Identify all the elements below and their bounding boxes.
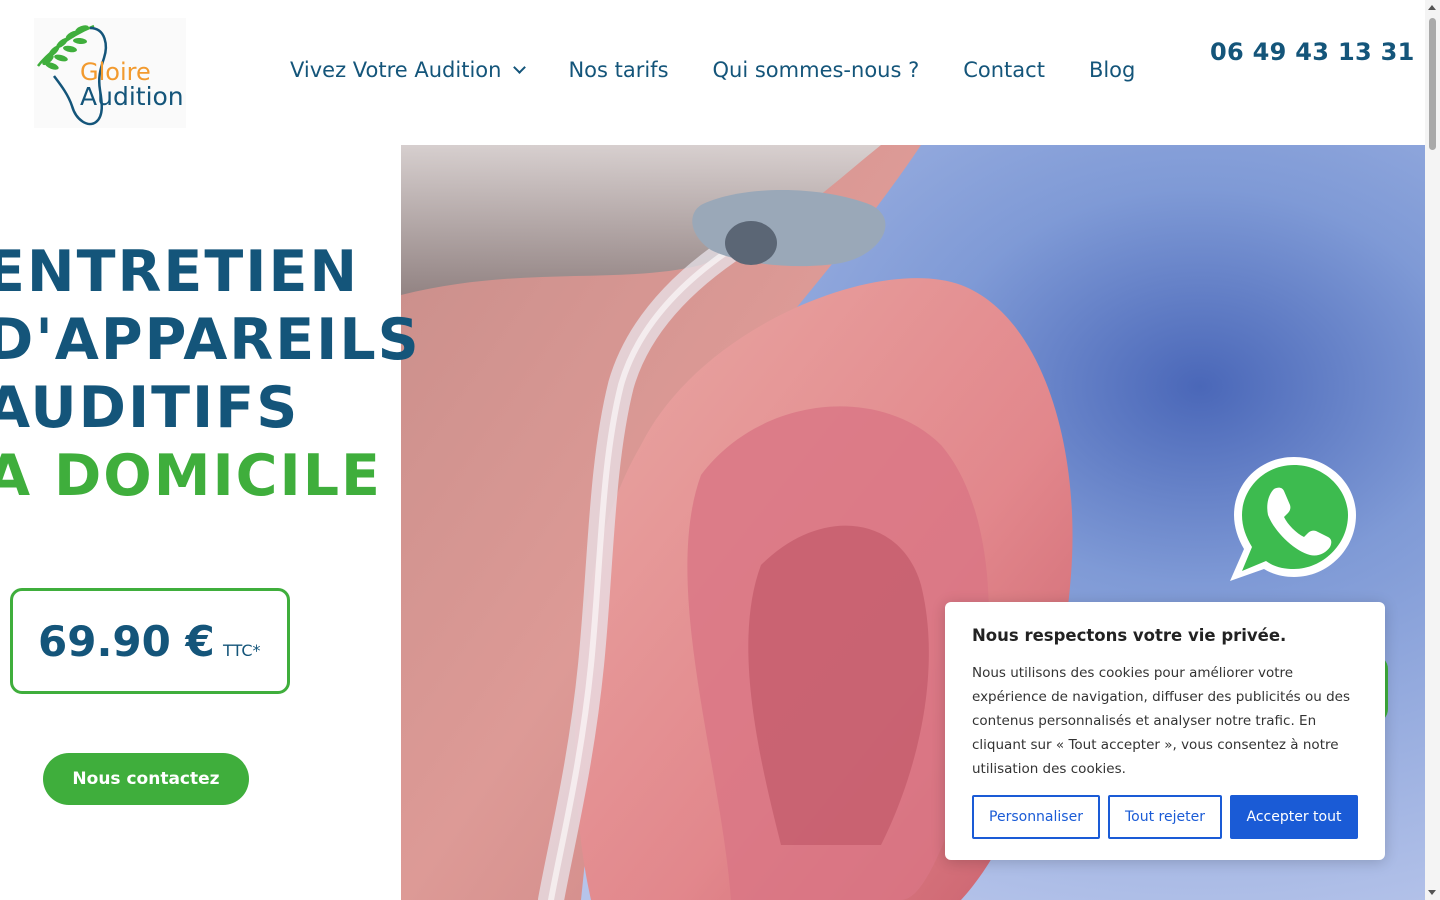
reject-all-button[interactable]: Tout rejeter: [1108, 795, 1222, 839]
cookie-title: Nous respectons votre vie privée.: [972, 626, 1287, 645]
cookie-buttons: Personnaliser Tout rejeter Accepter tout: [972, 795, 1358, 839]
nav-item-nos-tarifs[interactable]: Nos tarifs: [568, 58, 668, 82]
cookie-consent-banner: Nous respectons votre vie privée. Nous u…: [945, 602, 1385, 860]
accept-all-button[interactable]: Accepter tout: [1230, 795, 1358, 839]
contact-button[interactable]: Nous contactez: [43, 753, 249, 805]
main-nav: Vivez Votre Audition Nos tarifs Qui somm…: [290, 58, 1135, 82]
headline-line-2: D'APPAREILS: [0, 307, 421, 373]
chevron-down-icon[interactable]: [513, 60, 527, 74]
nav-item-blog[interactable]: Blog: [1089, 58, 1135, 82]
price-card: 69.90 € TTC*: [10, 588, 290, 694]
nav-item-label: Vivez Votre Audition: [290, 58, 502, 82]
price-suffix: TTC*: [223, 641, 261, 660]
hero-headline: ENTRETIEN D'APPAREILS AUDITIFS A DOMICIL…: [0, 238, 421, 510]
headline-accent: A DOMICILE: [0, 443, 382, 509]
site-logo[interactable]: Gloire Audition: [34, 18, 186, 128]
price-value: 69.90 €: [38, 617, 215, 666]
headline-line-3: AUDITIFS: [0, 375, 300, 441]
cookie-text: Nous utilisons des cookies pour améliore…: [972, 665, 1350, 777]
logo-text-audition: Audition: [80, 82, 184, 111]
nav-item-qui-sommes-nous[interactable]: Qui sommes-nous ?: [713, 58, 920, 82]
nav-item-vivez-votre-audition[interactable]: Vivez Votre Audition: [290, 58, 527, 82]
scrollbar-thumb[interactable]: [1429, 18, 1436, 150]
headline-line-1: ENTRETIEN: [0, 239, 360, 305]
page-scrollbar[interactable]: [1425, 0, 1440, 900]
phone-number-link[interactable]: 06 49 43 13 31: [1210, 38, 1415, 66]
scroll-down-arrow-icon[interactable]: [1428, 890, 1436, 895]
scroll-up-arrow-icon[interactable]: [1428, 5, 1436, 10]
whatsapp-icon[interactable]: [1228, 453, 1360, 585]
customize-button[interactable]: Personnaliser: [972, 795, 1100, 839]
nav-item-contact[interactable]: Contact: [963, 58, 1045, 82]
